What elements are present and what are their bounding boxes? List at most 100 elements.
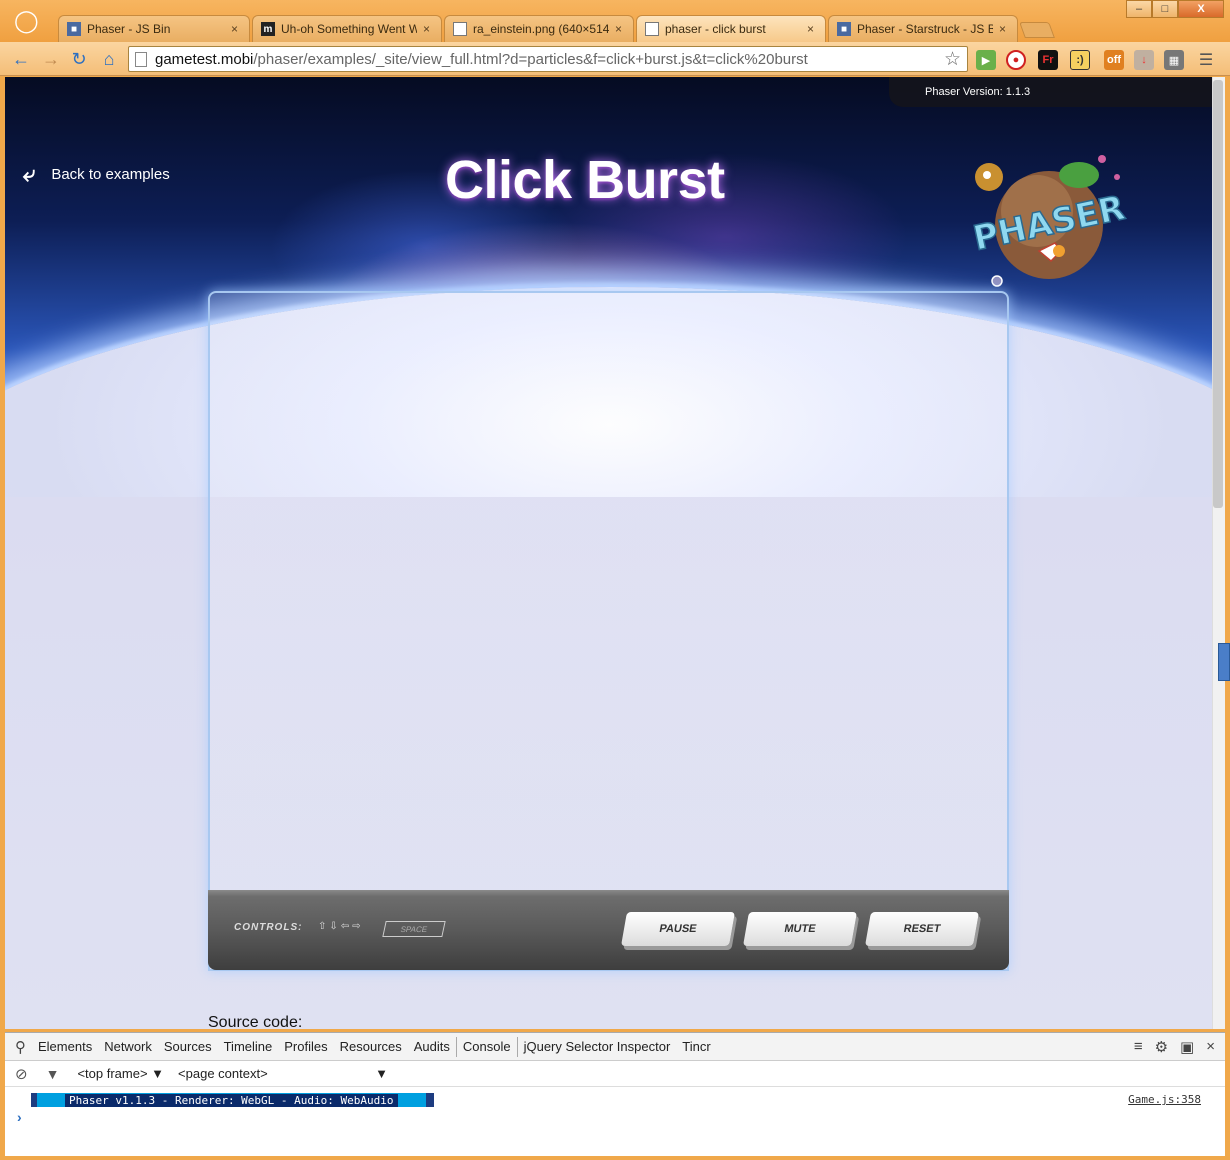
version-text: Phaser Version: 1.1.3 — [925, 86, 1031, 98]
devtools-tab[interactable]: Resources — [334, 1037, 408, 1057]
context-select[interactable]: <page context> ▼ — [178, 1066, 388, 1081]
reload-icon[interactable]: ↻ — [68, 48, 90, 70]
logo-character-left-eye — [983, 171, 991, 179]
game-canvas[interactable] — [208, 291, 1009, 971]
logo-ring — [991, 275, 1003, 287]
page-icon — [135, 51, 147, 67]
tab-title: Phaser - Starstruck - JS Bin — [857, 22, 993, 36]
page-icon — [453, 22, 467, 36]
page-icon — [645, 22, 659, 36]
logo-character-right — [1059, 162, 1099, 188]
extension-green-icon[interactable]: ▶ — [976, 50, 996, 70]
source-code-label: Source code: — [208, 1014, 303, 1029]
side-panel-tab[interactable] — [1218, 643, 1230, 681]
m-icon: m — [261, 22, 275, 36]
profile-icon[interactable]: ◯ — [14, 8, 39, 38]
console-filter-bar: ⊘ ▼ <top frame> ▼ <page context> ▼ — [5, 1061, 1225, 1087]
mute-button[interactable]: MUTE — [743, 912, 857, 946]
logo-bubble — [1098, 155, 1106, 163]
logo-bubble — [1114, 174, 1120, 180]
devtools-tab-console[interactable]: Console — [455, 1036, 518, 1057]
page-title: Click Burst — [445, 150, 725, 210]
dock-icon[interactable]: ▣ — [1180, 1038, 1194, 1056]
download-icon[interactable]: ↓ — [1134, 50, 1154, 70]
tab-title: Uh-oh Something Went W — [281, 22, 417, 36]
space-key-icon: SPACE — [382, 921, 446, 937]
arrow-keys-icon: ⇧⇩⇦⇨ — [318, 921, 364, 932]
tab-click-burst[interactable]: phaser - click burst × — [636, 15, 826, 42]
space-key-label: SPACE — [399, 924, 429, 934]
devtools-tab[interactable]: Elements — [32, 1037, 98, 1057]
devtools-panel: ⚲ Elements Network Sources Timeline Prof… — [5, 1032, 1225, 1156]
close-tab-icon[interactable]: × — [615, 22, 625, 36]
tab-jsbin[interactable]: ■ Phaser - JS Bin × — [58, 15, 250, 42]
logo-rocket-flame — [1053, 245, 1065, 257]
controls-label: CONTROLS: — [234, 922, 303, 933]
close-tab-icon[interactable]: × — [231, 22, 241, 36]
context-select-value: <page context> — [178, 1066, 268, 1081]
window-controls: – □ X — [1126, 0, 1224, 18]
tab-title: ra_einstein.png (640×514) — [473, 22, 609, 36]
close-tab-icon[interactable]: × — [423, 22, 433, 36]
frame-select[interactable]: <top frame> ▼ — [77, 1066, 164, 1081]
jsbin-icon: ■ — [837, 22, 851, 36]
extension-fr-icon[interactable]: Fr — [1038, 50, 1058, 70]
clear-console-icon[interactable]: ⊘ — [15, 1065, 28, 1083]
page-scrollbar-thumb[interactable] — [1213, 80, 1223, 508]
tab-uhoh[interactable]: m Uh-oh Something Went W × — [252, 15, 442, 42]
reset-button[interactable]: RESET — [865, 912, 979, 946]
close-tab-icon[interactable]: × — [807, 22, 817, 36]
phaser-logo: PHASER — [969, 155, 1127, 287]
console-prompt[interactable]: › — [17, 1109, 22, 1125]
close-tab-icon[interactable]: × — [999, 22, 1009, 36]
version-bar: Phaser Version: 1.1.3 — [889, 77, 1212, 107]
devtools-icons: ≡ ⚙ ▣ × — [1134, 1038, 1215, 1056]
menu-icon[interactable]: ☰ — [1196, 50, 1216, 70]
extension-off-icon[interactable]: off — [1104, 50, 1124, 70]
extension-grid-icon[interactable]: ▦ — [1164, 50, 1184, 70]
address-bar[interactable]: gametest.mobi/phaser/examples/_site/view… — [128, 46, 968, 72]
back-label: Back to examples — [51, 165, 170, 183]
filter-icon[interactable]: ▼ — [46, 1066, 60, 1082]
devtools-tab[interactable]: Profiles — [278, 1037, 333, 1057]
page-viewport: Phaser Version: 1.1.3 ⤶ Back to examples… — [5, 77, 1212, 1029]
console-log-message: Phaser v1.1.3 - Renderer: WebGL - Audio:… — [31, 1093, 434, 1107]
minimize-button[interactable]: – — [1126, 0, 1152, 18]
tab-einstein[interactable]: ra_einstein.png (640×514) × — [444, 15, 634, 42]
tab-title: phaser - click burst — [665, 22, 766, 36]
adblock-icon[interactable]: ● — [1006, 50, 1026, 70]
search-icon[interactable]: ⚲ — [5, 1037, 32, 1057]
forward-arrow-icon[interactable]: → — [40, 48, 62, 70]
url-host: gametest.mobi — [155, 50, 254, 68]
devtools-tab[interactable]: Audits — [408, 1037, 456, 1057]
devtools-tab[interactable]: Tincr — [676, 1037, 716, 1057]
tab-title: Phaser - JS Bin — [87, 22, 171, 36]
new-tab-button[interactable] — [1019, 22, 1055, 38]
controls-bar: CONTROLS: ⇧⇩⇦⇨ SPACE PAUSE MUTE RESET — [208, 890, 1009, 970]
back-arrow-icon[interactable]: ← — [10, 48, 32, 70]
browser-toolbar: ← → ↻ ⌂ gametest.mobi/phaser/examples/_s… — [0, 42, 1230, 76]
jsbin-icon: ■ — [67, 22, 81, 36]
devtools-tab[interactable]: jQuery Selector Inspector — [518, 1037, 677, 1057]
tab-starstruck[interactable]: ■ Phaser - Starstruck - JS Bin × — [828, 15, 1018, 42]
back-arrow-icon: ⤶ — [23, 161, 36, 186]
log-text: Phaser v1.1.3 - Renderer: WebGL - Audio:… — [65, 1093, 398, 1107]
gear-icon[interactable]: ⚙ — [1155, 1038, 1168, 1056]
close-icon[interactable]: × — [1206, 1038, 1215, 1056]
browser-titlebar: ◯ ■ Phaser - JS Bin × m Uh-oh Something … — [0, 0, 1230, 42]
console-log-source-link[interactable]: Game.js:358 — [1128, 1093, 1201, 1106]
back-to-examples-link[interactable]: ⤶ Back to examples — [23, 161, 170, 187]
devtools-tab[interactable]: Sources — [158, 1037, 218, 1057]
frame-select-value: <top frame> — [77, 1066, 148, 1081]
home-icon[interactable]: ⌂ — [98, 48, 120, 70]
extension-face-icon[interactable]: :) — [1070, 50, 1090, 70]
maximize-button[interactable]: □ — [1152, 0, 1178, 18]
pause-button[interactable]: PAUSE — [621, 912, 735, 946]
close-window-button[interactable]: X — [1178, 0, 1224, 18]
devtools-tabbar: ⚲ Elements Network Sources Timeline Prof… — [5, 1033, 1225, 1061]
bookmark-star-icon[interactable]: ☆ — [944, 48, 961, 71]
devtools-tab[interactable]: Network — [98, 1037, 158, 1057]
console-drawer-icon[interactable]: ≡ — [1134, 1038, 1143, 1056]
url-path: /phaser/examples/_site/view_full.html?d=… — [253, 50, 808, 68]
devtools-tab[interactable]: Timeline — [218, 1037, 279, 1057]
